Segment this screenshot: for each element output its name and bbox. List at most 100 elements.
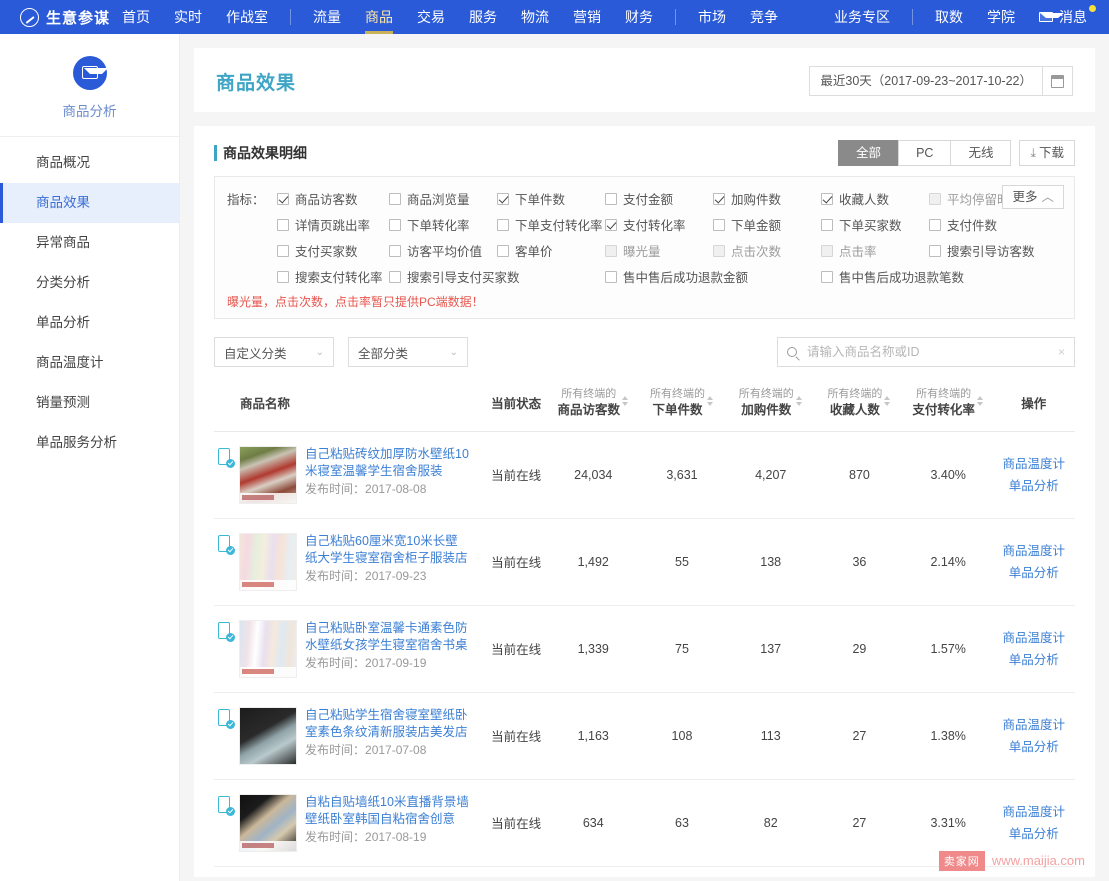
column-cart-items[interactable]: 所有终端的 加购件数 [726, 379, 816, 432]
link-single-product-analysis[interactable]: 单品分析 [993, 475, 1075, 497]
nav-item-data-fetch[interactable]: 取数 [923, 0, 975, 34]
sort-icon[interactable] [622, 396, 629, 408]
metric-checkbox-avg-visitor-value[interactable]: 访客平均价值 [389, 241, 497, 260]
more-metrics-button[interactable]: 更多 ︿ [1002, 185, 1064, 209]
metric-checkbox-refund-count[interactable]: 售中售后成功退款笔数 [821, 267, 964, 286]
checkbox-icon[interactable] [389, 192, 401, 205]
link-single-product-analysis[interactable]: 单品分析 [993, 736, 1075, 758]
sort-icon[interactable] [795, 396, 803, 408]
metric-checkbox-pay-amount[interactable]: 支付金额 [605, 189, 713, 208]
custom-category-select[interactable]: 自定义分类 ⌄ [214, 337, 334, 367]
nav-item-trade[interactable]: 交易 [405, 0, 457, 34]
link-single-product-analysis[interactable]: 单品分析 [993, 649, 1075, 671]
metric-checkbox-search-pay-buyers[interactable]: 搜索引导支付买家数 [389, 267, 605, 286]
checkbox-icon[interactable] [821, 244, 833, 257]
sidebar-item-category-analysis[interactable]: 分类分析 [0, 263, 179, 303]
product-search-box[interactable]: × [777, 337, 1075, 367]
nav-item-marketing[interactable]: 营销 [561, 0, 613, 34]
sort-icon[interactable] [706, 396, 714, 408]
metric-checkbox-unit-price[interactable]: 客单价 [497, 241, 605, 260]
metric-checkbox-order-buyers[interactable]: 下单买家数 [821, 215, 929, 234]
link-product-thermometer[interactable]: 商品温度计 [993, 453, 1075, 475]
search-input[interactable] [805, 344, 1058, 360]
download-button[interactable]: ⤓ 下载 [1019, 140, 1075, 166]
checkbox-icon[interactable] [277, 244, 289, 257]
checkbox-icon[interactable] [389, 270, 401, 283]
product-name-link[interactable]: 自己粘贴60厘米宽10米长壁纸大学生寝室宿舍柜子服装店 [305, 533, 470, 567]
nav-item-home[interactable]: 首页 [110, 0, 162, 34]
link-single-product-analysis[interactable]: 单品分析 [993, 823, 1075, 845]
product-thumbnail[interactable] [239, 532, 297, 591]
metric-checkbox-pageviews[interactable]: 商品浏览量 [389, 189, 497, 208]
checkbox-icon[interactable] [929, 218, 941, 231]
metric-checkbox-refund-amount[interactable]: 售中售后成功退款金额 [605, 267, 821, 286]
product-thumbnail[interactable] [239, 445, 297, 504]
checkbox-icon[interactable] [605, 218, 617, 231]
checkbox-icon[interactable] [605, 270, 617, 283]
checkbox-icon[interactable] [277, 270, 289, 283]
product-name-link[interactable]: 自己粘贴学生宿舍寝室壁纸卧室素色条纹清新服装店美发店 [305, 707, 470, 741]
metric-checkbox-order-amount[interactable]: 下单金额 [713, 215, 821, 234]
sidebar-item-single-product-service[interactable]: 单品服务分析 [0, 423, 179, 463]
nav-item-competition[interactable]: 竞争 [738, 0, 790, 34]
checkbox-icon[interactable] [821, 270, 833, 283]
metric-checkbox-pay-buyers[interactable]: 支付买家数 [277, 241, 389, 260]
sidebar-item-product-thermometer[interactable]: 商品温度计 [0, 343, 179, 383]
metric-checkbox-detail-bounce[interactable]: 详情页跳出率 [277, 215, 389, 234]
metric-checkbox-ctr[interactable]: 点击率 [821, 241, 929, 260]
column-order-items[interactable]: 所有终端的 下单件数 [637, 379, 727, 432]
metric-checkbox-impressions[interactable]: 曝光量 [605, 241, 713, 260]
checkbox-icon[interactable] [605, 244, 617, 257]
column-visitors[interactable]: 所有终端的 商品访客数 [548, 379, 638, 432]
column-pay-conversion[interactable]: 所有终端的 支付转化率 [903, 379, 993, 432]
metric-checkbox-order-pay-conv[interactable]: 下单支付转化率 [497, 215, 605, 234]
nav-item-traffic[interactable]: 流量 [301, 0, 353, 34]
nav-item-product[interactable]: 商品 [353, 0, 405, 34]
link-product-thermometer[interactable]: 商品温度计 [993, 540, 1075, 562]
checkbox-icon[interactable] [389, 244, 401, 257]
segment-wireless[interactable]: 无线 [950, 140, 1012, 166]
segment-all[interactable]: 全部 [838, 140, 900, 166]
checkbox-icon[interactable] [497, 192, 509, 205]
sidebar-item-product-overview[interactable]: 商品概况 [0, 143, 179, 183]
metric-checkbox-order-conv[interactable]: 下单转化率 [389, 215, 497, 234]
checkbox-icon[interactable] [821, 218, 833, 231]
checkbox-icon[interactable] [605, 192, 617, 205]
date-range-picker[interactable]: 最近30天（2017-09-23~2017-10-22） [809, 66, 1073, 96]
sidebar-item-sales-forecast[interactable]: 销量预测 [0, 383, 179, 423]
link-product-thermometer[interactable]: 商品温度计 [993, 714, 1075, 736]
product-name-link[interactable]: 自己粘贴砖纹加厚防水壁纸10米寝室温馨学生宿舍服装 [305, 446, 470, 480]
sidebar-item-product-effect[interactable]: 商品效果 [0, 183, 179, 223]
metric-checkbox-cart-items[interactable]: 加购件数 [713, 189, 821, 208]
link-product-thermometer[interactable]: 商品温度计 [993, 627, 1075, 649]
checkbox-icon[interactable] [713, 218, 725, 231]
checkbox-icon[interactable] [497, 218, 509, 231]
segment-pc[interactable]: PC [898, 140, 952, 166]
checkbox-icon[interactable] [277, 218, 289, 231]
messages-button[interactable]: 消息 [1039, 5, 1096, 27]
metric-checkbox-order-items[interactable]: 下单件数 [497, 189, 605, 208]
metric-checkbox-pay-conv[interactable]: 支付转化率 [605, 215, 713, 234]
checkbox-icon[interactable] [713, 192, 725, 205]
metric-checkbox-visitors[interactable]: 商品访客数 [277, 189, 389, 208]
metric-checkbox-pay-items[interactable]: 支付件数 [929, 215, 1047, 234]
clear-search-icon[interactable]: × [1058, 345, 1065, 359]
sort-icon[interactable] [884, 396, 891, 408]
metric-checkbox-search-pay-conv[interactable]: 搜索支付转化率 [277, 267, 389, 286]
metric-checkbox-favorites[interactable]: 收藏人数 [821, 189, 929, 208]
checkbox-icon[interactable] [497, 244, 509, 257]
nav-item-finance[interactable]: 财务 [613, 0, 665, 34]
product-thumbnail[interactable] [239, 706, 297, 765]
nav-item-market[interactable]: 市场 [686, 0, 738, 34]
metric-checkbox-search-visitors[interactable]: 搜索引导访客数 [929, 241, 1047, 260]
checkbox-icon[interactable] [713, 244, 725, 257]
sidebar-item-abnormal-product[interactable]: 异常商品 [0, 223, 179, 263]
nav-item-logistics[interactable]: 物流 [509, 0, 561, 34]
link-product-thermometer[interactable]: 商品温度计 [993, 801, 1075, 823]
product-name-link[interactable]: 自粘自贴墙纸10米直播背景墙壁纸卧室韩国自粘宿舍创意 [305, 794, 470, 828]
checkbox-icon[interactable] [929, 244, 941, 257]
nav-item-business-zone[interactable]: 业务专区 [822, 0, 902, 34]
metric-checkbox-clicks[interactable]: 点击次数 [713, 241, 821, 260]
link-single-product-analysis[interactable]: 单品分析 [993, 562, 1075, 584]
column-favorites[interactable]: 所有终端的 收藏人数 [815, 379, 904, 432]
